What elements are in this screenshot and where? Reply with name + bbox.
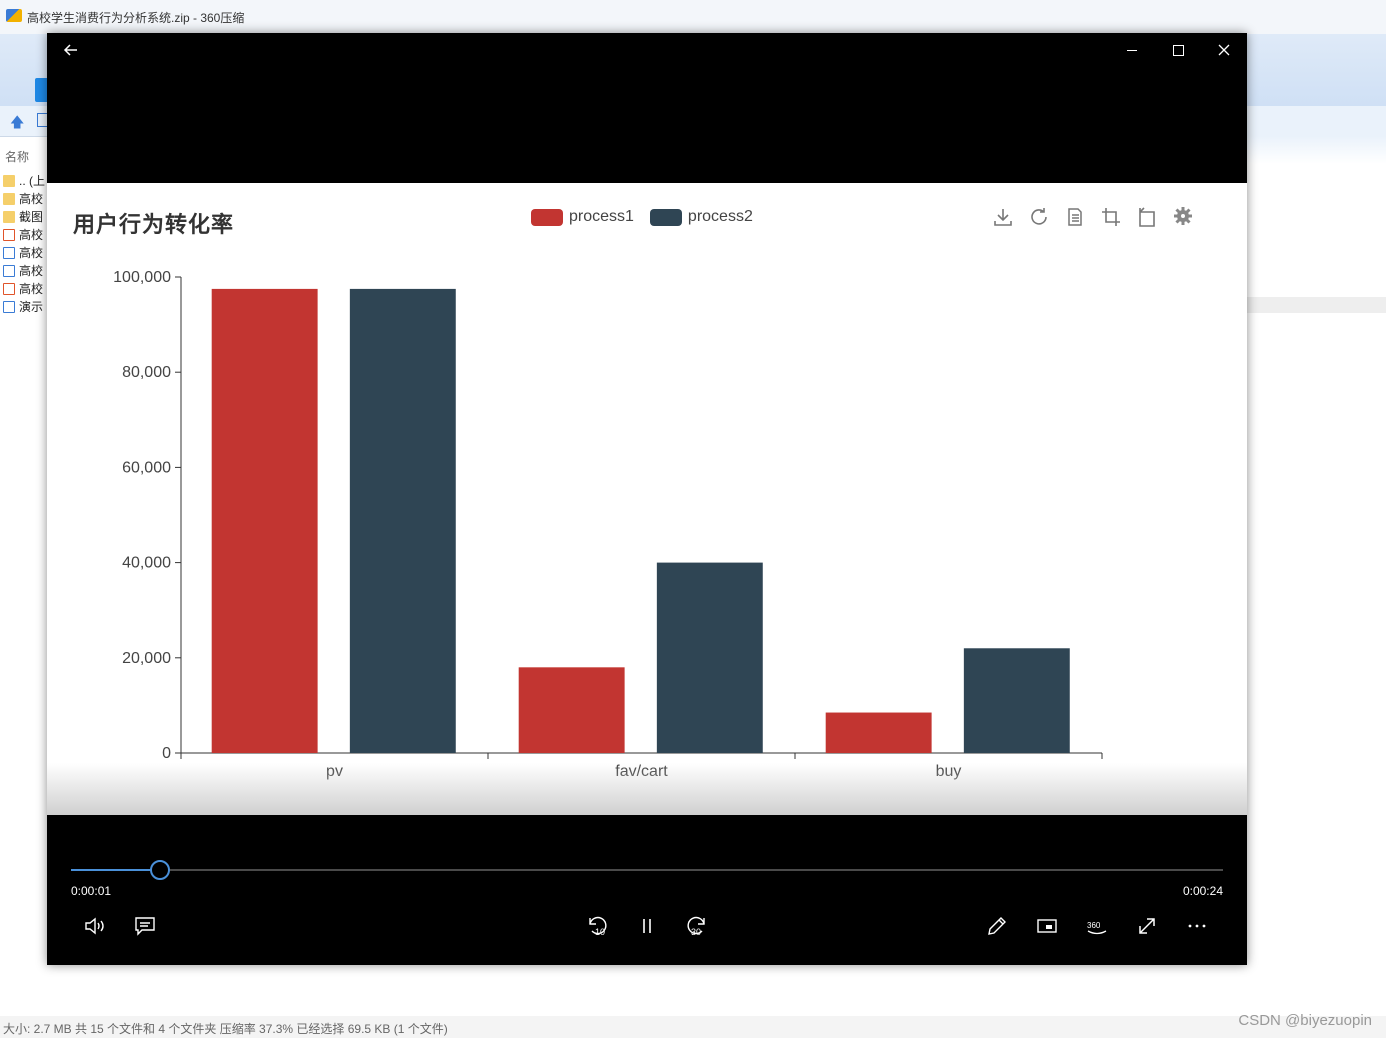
file-list-item[interactable]: 高校 <box>3 226 43 242</box>
y-tick-label: 80,000 <box>122 364 171 381</box>
y-tick-label: 60,000 <box>122 459 171 476</box>
pencil-icon[interactable] <box>977 908 1017 944</box>
skip-back-10-icon[interactable]: 10 <box>577 908 617 944</box>
seek-bar-thumb[interactable] <box>149 860 170 880</box>
maximize-icon[interactable] <box>1157 35 1199 65</box>
up-arrow-icon[interactable]: 🡅 <box>10 112 24 136</box>
document-file-icon <box>3 301 15 313</box>
file-list-item-label: 演示 <box>19 300 44 314</box>
status-bar: 大小: 2.7 MB 共 15 个文件和 4 个文件夹 压缩率 37.3% 已经… <box>0 1016 1386 1038</box>
vr-label: 360 <box>1087 921 1101 930</box>
pdf-file-icon <box>3 229 15 241</box>
pdf-file-icon <box>3 283 15 295</box>
file-list-item-label: 高校 <box>19 282 44 296</box>
back-arrow-icon[interactable] <box>55 35 87 65</box>
skip-forward-30-icon[interactable]: 30 <box>677 908 717 944</box>
background-band <box>1247 136 1386 164</box>
background-title-bar: 高校学生消费行为分析系统.zip - 360压缩 <box>0 0 1386 34</box>
y-tick-label: 20,000 <box>122 650 171 667</box>
minimize-icon[interactable] <box>1111 35 1153 65</box>
seek-bar[interactable] <box>71 860 1223 880</box>
file-list-item-label: 高校 <box>19 264 44 278</box>
file-list-item[interactable]: 高校 <box>3 262 43 278</box>
file-list-item[interactable]: 演示 <box>3 298 43 314</box>
bar-process1-buy <box>825 712 932 753</box>
close-icon[interactable] <box>1203 35 1245 65</box>
fullscreen-icon[interactable] <box>1127 908 1167 944</box>
y-tick-label: 100,000 <box>113 269 171 286</box>
watermark: CSDN @biyezuopin <box>1238 1012 1372 1029</box>
document-file-icon <box>3 265 15 277</box>
x-tick-label: fav/cart <box>615 763 668 780</box>
bar-process1-pv <box>211 288 318 753</box>
bar-process2-fav/cart <box>656 562 763 753</box>
folder-icon <box>3 175 15 187</box>
file-list-item[interactable]: 高校 <box>3 190 43 206</box>
skip-forward-label: 30 <box>691 927 701 937</box>
bar-process1-fav/cart <box>518 667 625 753</box>
file-list-item-label: 高校 <box>19 228 44 242</box>
mini-view-icon[interactable] <box>1027 908 1067 944</box>
video-frame[interactable]: 用户行为转化率 process1 process2 0 20,000 40,00… <box>47 183 1247 815</box>
y-tick-label: 0 <box>162 745 171 762</box>
current-time: 0:00:01 <box>71 884 112 898</box>
y-tick-label: 40,000 <box>122 555 171 572</box>
skip-back-label: 10 <box>595 927 605 937</box>
archive-app-icon <box>6 9 22 22</box>
x-tick-label: buy <box>936 763 962 780</box>
folder-icon <box>3 211 15 223</box>
file-list-item[interactable]: .. (上 <box>3 172 45 188</box>
player-controls: 0:00:01 0:00:24 10 30 360 <box>47 815 1247 965</box>
total-time: 0:00:24 <box>1182 884 1223 898</box>
360-icon[interactable]: 360 <box>1077 908 1117 944</box>
file-list-item-label: .. (上 <box>19 174 45 188</box>
document-file-icon <box>3 247 15 259</box>
background-window-title: 高校学生消费行为分析系统.zip - 360压缩 <box>27 11 245 25</box>
bar-chart: 0 20,000 40,000 60,000 80,000 100,000 pv fav/ca… <box>113 269 1103 780</box>
media-player-window: 用户行为转化率 process1 process2 0 20,000 40,00… <box>47 33 1247 965</box>
column-header-name[interactable]: 名称 <box>5 148 29 165</box>
background-selected-row <box>1247 297 1386 313</box>
file-list-item[interactable]: 高校 <box>3 244 43 260</box>
seek-bar-fill <box>71 869 159 871</box>
file-list-item[interactable]: 截图 <box>3 208 43 224</box>
file-list-item-label: 高校 <box>19 246 44 260</box>
file-list-item-label: 截图 <box>19 210 44 224</box>
volume-icon[interactable] <box>75 908 115 944</box>
folder-icon <box>3 193 15 205</box>
bar-process2-buy <box>963 648 1070 753</box>
pause-icon[interactable] <box>627 908 667 944</box>
status-text: 大小: 2.7 MB 共 15 个文件和 4 个文件夹 压缩率 37.3% 已经… <box>3 1022 448 1036</box>
more-icon[interactable] <box>1177 908 1217 944</box>
file-list-item[interactable]: 高校 <box>3 280 43 296</box>
x-tick-label: pv <box>326 763 343 780</box>
captions-icon[interactable] <box>125 908 165 944</box>
bar-process2-pv <box>349 288 456 753</box>
file-list-item-label: 高校 <box>19 192 44 206</box>
